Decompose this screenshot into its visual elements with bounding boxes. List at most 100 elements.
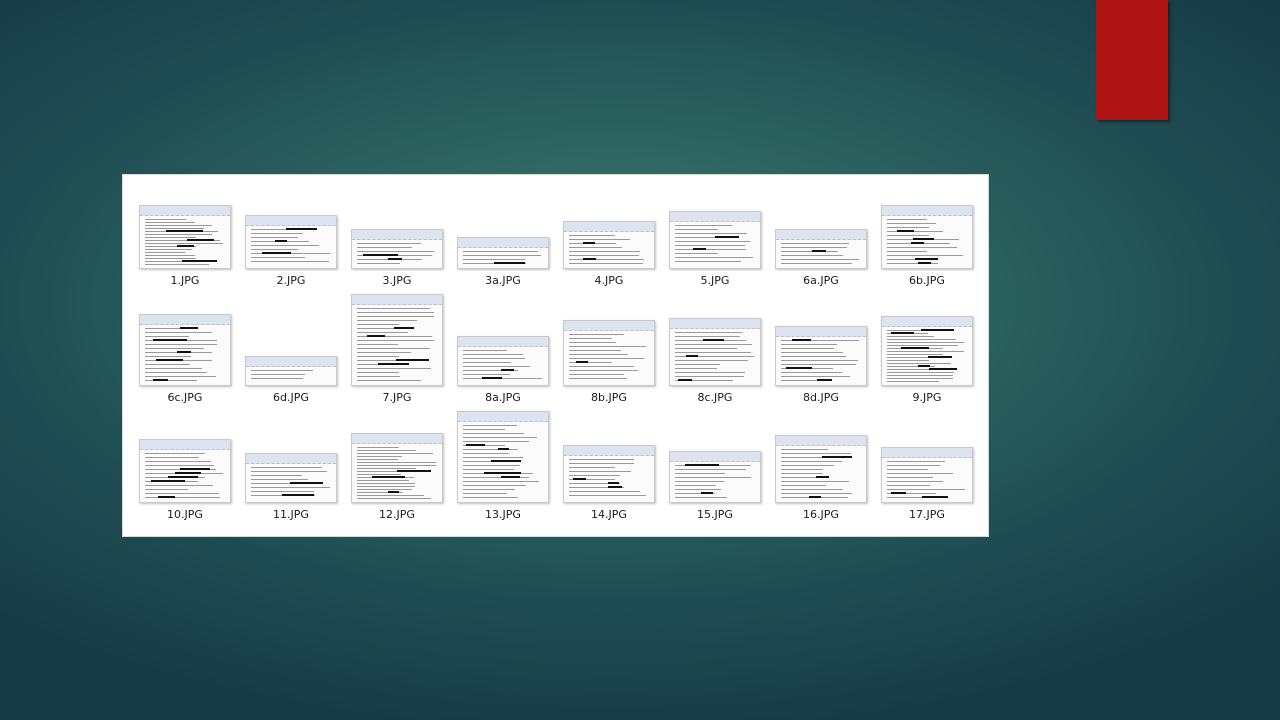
file-name-label: 8b.JPG — [591, 391, 627, 404]
file-thumbnail[interactable]: 1.JPG — [132, 181, 238, 291]
thumbnail-text-line — [887, 378, 953, 379]
file-thumbnail[interactable]: 8c.JPG — [662, 298, 768, 408]
file-thumbnail[interactable]: 5.JPG — [662, 181, 768, 291]
thumbnail-header — [564, 321, 654, 331]
file-thumbnail[interactable]: 10.JPG — [132, 415, 238, 525]
redaction-bar — [290, 482, 323, 484]
thumbnail-image — [351, 433, 443, 503]
redaction-bar — [812, 250, 826, 252]
accent-bar — [1096, 0, 1168, 120]
redaction-bar — [153, 339, 187, 341]
thumbnail-text-line — [887, 477, 933, 478]
file-thumbnail[interactable]: 8a.JPG — [450, 298, 556, 408]
thumbnail-text-line — [887, 360, 929, 361]
thumbnail-text-line — [569, 358, 644, 359]
thumbnail-text-line — [357, 251, 434, 252]
thumbnail-text-line — [145, 372, 207, 373]
thumbnail-image — [669, 318, 761, 386]
file-thumbnail[interactable]: 6c.JPG — [132, 298, 238, 408]
thumbnail-text-line — [675, 348, 737, 349]
redaction-bar — [809, 496, 821, 498]
thumbnail-text-line — [357, 495, 424, 496]
redaction-bar — [498, 448, 509, 450]
file-thumbnail[interactable]: 11.JPG — [238, 415, 344, 525]
thumbnail-text-line — [251, 487, 330, 488]
thumbnail-text-line — [887, 339, 956, 340]
file-thumbnail[interactable]: 12.JPG — [344, 415, 450, 525]
thumbnail-text-line — [887, 351, 964, 352]
thumbnail-text-line — [357, 352, 411, 353]
thumbnail-header — [246, 216, 336, 226]
file-thumbnail[interactable]: 6a.JPG — [768, 181, 874, 291]
thumbnail-text-line — [887, 342, 964, 343]
file-thumbnail[interactable]: 3.JPG — [344, 181, 450, 291]
thumbnail-text-line — [569, 467, 615, 468]
thumbnail-text-line — [675, 229, 718, 230]
thumbnail-text-line — [569, 259, 644, 260]
thumbnail-text-line — [145, 485, 213, 486]
redaction-bar — [891, 332, 914, 334]
redaction-bar — [685, 464, 719, 466]
thumbnail-image — [881, 316, 973, 386]
thumbnail-text-line — [675, 253, 718, 254]
file-thumbnail[interactable]: 8d.JPG — [768, 298, 874, 408]
redaction-bar — [792, 339, 811, 341]
redaction-bar — [153, 379, 168, 381]
thumbnail-text-line — [569, 338, 612, 339]
file-name-label: 3.JPG — [382, 274, 412, 287]
redaction-bar — [715, 236, 739, 238]
thumbnail-text-line — [145, 264, 209, 265]
thumbnail-text-line — [251, 257, 305, 258]
thumbnail-text-line — [887, 489, 965, 490]
redaction-bar — [156, 359, 183, 361]
thumbnail-text-line — [781, 247, 847, 248]
file-thumbnail[interactable]: 17.JPG — [874, 415, 980, 525]
thumbnail-text-line — [569, 471, 631, 472]
thumbnail-text-line — [463, 433, 524, 434]
redaction-bar — [177, 351, 191, 353]
file-thumbnail[interactable]: 14.JPG — [556, 415, 662, 525]
thumbnail-text-line — [145, 364, 190, 365]
file-thumbnail[interactable]: 6d.JPG — [238, 298, 344, 408]
thumbnail-text-line — [251, 233, 303, 234]
file-thumbnail[interactable]: 9.JPG — [874, 298, 980, 408]
redaction-bar — [501, 476, 520, 478]
thumbnail-header — [882, 206, 972, 216]
file-thumbnail[interactable]: 7.JPG — [344, 294, 450, 408]
thumbnail-text-line — [357, 376, 400, 377]
thumbnail-text-line — [675, 497, 727, 498]
file-thumbnail[interactable]: 4.JPG — [556, 181, 662, 291]
file-thumbnail[interactable]: 13.JPG — [450, 411, 556, 525]
file-thumbnail[interactable]: 8b.JPG — [556, 298, 662, 408]
file-name-label: 13.JPG — [485, 508, 521, 521]
redaction-bar — [929, 368, 957, 370]
file-name-label: 6c.JPG — [167, 391, 203, 404]
redaction-bar — [918, 262, 931, 264]
redaction-bar — [177, 245, 194, 247]
file-thumbnail[interactable]: 15.JPG — [662, 415, 768, 525]
file-name-label: 4.JPG — [594, 274, 624, 287]
file-thumbnail[interactable]: 6b.JPG — [874, 181, 980, 291]
file-thumbnail[interactable]: 2.JPG — [238, 181, 344, 291]
redaction-bar — [158, 496, 175, 498]
file-thumbnail[interactable]: 3a.JPG — [450, 181, 556, 291]
thumbnail-text-line — [887, 227, 929, 228]
redaction-bar — [901, 347, 929, 349]
thumbnail-header — [352, 295, 442, 305]
thumbnail-text-line — [569, 247, 622, 248]
thumbnail-text-line — [781, 364, 856, 365]
thumbnail-header — [670, 452, 760, 462]
thumbnail-text-line — [675, 352, 751, 353]
thumbnail-text-line — [569, 459, 634, 460]
thumbnail-text-line — [675, 489, 721, 490]
thumbnail-text-line — [357, 462, 436, 463]
thumbnail-text-line — [781, 376, 850, 377]
thumbnail-text-line — [887, 375, 953, 376]
thumbnail-text-line — [145, 493, 219, 494]
thumbnail-text-line — [463, 350, 507, 351]
file-thumbnail[interactable]: 16.JPG — [768, 415, 874, 525]
thumbnail-header — [776, 436, 866, 446]
thumbnail-image — [881, 205, 973, 269]
thumbnail-text-line — [463, 437, 537, 438]
thumbnail-image — [775, 229, 867, 269]
